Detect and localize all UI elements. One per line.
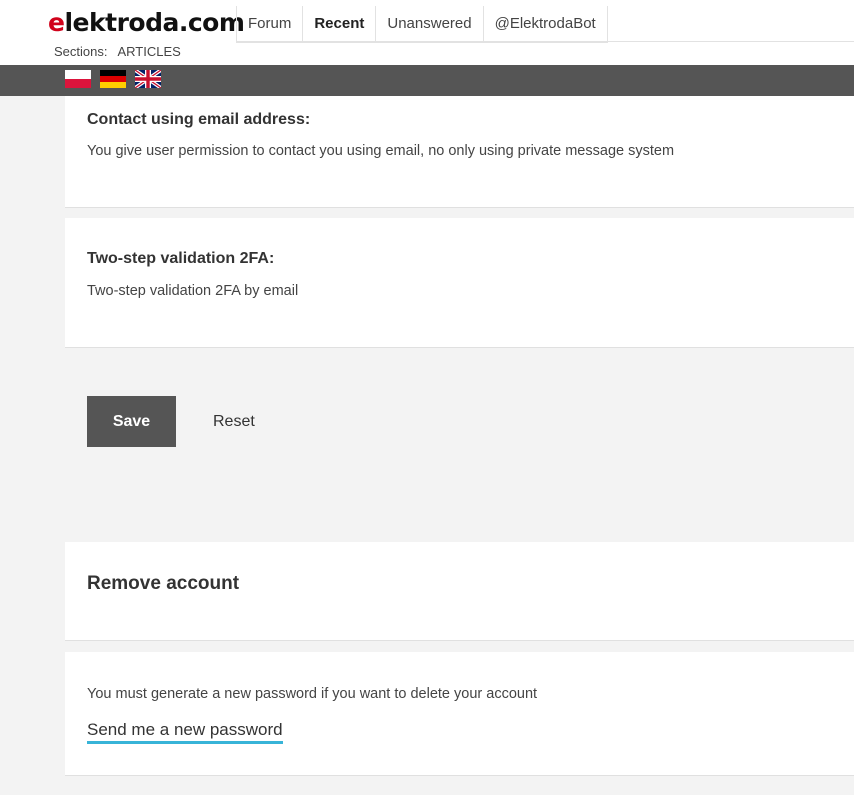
reset-button[interactable]: Reset bbox=[205, 396, 263, 447]
site-logo[interactable]: elektroda.com bbox=[48, 8, 245, 38]
nav-forum[interactable]: Forum bbox=[236, 6, 302, 41]
remove-account-panel: You must generate a new password if you … bbox=[65, 652, 854, 776]
nav-unanswered[interactable]: Unanswered bbox=[375, 6, 482, 41]
logo-first-letter: e bbox=[48, 8, 65, 37]
nav-elektrodabot[interactable]: @ElektrodaBot bbox=[482, 6, 608, 41]
language-bar bbox=[0, 65, 854, 96]
email-contact-option[interactable]: Contact using email address: You give us… bbox=[65, 96, 854, 208]
main-nav: Forum Recent Unanswered @ElektrodaBot bbox=[236, 6, 608, 43]
sections-label: Sections: bbox=[54, 44, 108, 59]
de-flag-icon[interactable] bbox=[100, 70, 126, 88]
uk-flag-icon[interactable] bbox=[135, 70, 161, 88]
remove-account-header: Remove account bbox=[65, 542, 854, 641]
email-contact-description: You give user permission to contact you … bbox=[87, 143, 675, 159]
pl-flag-icon[interactable] bbox=[65, 70, 91, 88]
sections-articles-link[interactable]: ARTICLES bbox=[117, 44, 180, 59]
two-factor-option[interactable]: Two-step validation 2FA: Two-step valida… bbox=[65, 218, 854, 348]
logo-rest: lektroda.com bbox=[64, 8, 245, 37]
email-contact-title: Contact using email address: bbox=[87, 111, 311, 128]
sections-breadcrumb: Sections: ARTICLES bbox=[54, 44, 181, 60]
two-factor-description: Two-step validation 2FA by email bbox=[87, 283, 299, 299]
nav-divider bbox=[236, 41, 854, 42]
save-button[interactable]: Save bbox=[87, 396, 176, 447]
two-factor-title: Two-step validation 2FA: bbox=[87, 250, 275, 267]
send-new-password-link[interactable]: Send me a new password bbox=[87, 720, 283, 744]
nav-recent[interactable]: Recent bbox=[302, 6, 375, 41]
remove-account-title: Remove account bbox=[87, 573, 240, 594]
remove-account-warning: You must generate a new password if you … bbox=[87, 686, 538, 702]
top-header: elektroda.com Forum Recent Unanswered @E… bbox=[0, 0, 854, 66]
